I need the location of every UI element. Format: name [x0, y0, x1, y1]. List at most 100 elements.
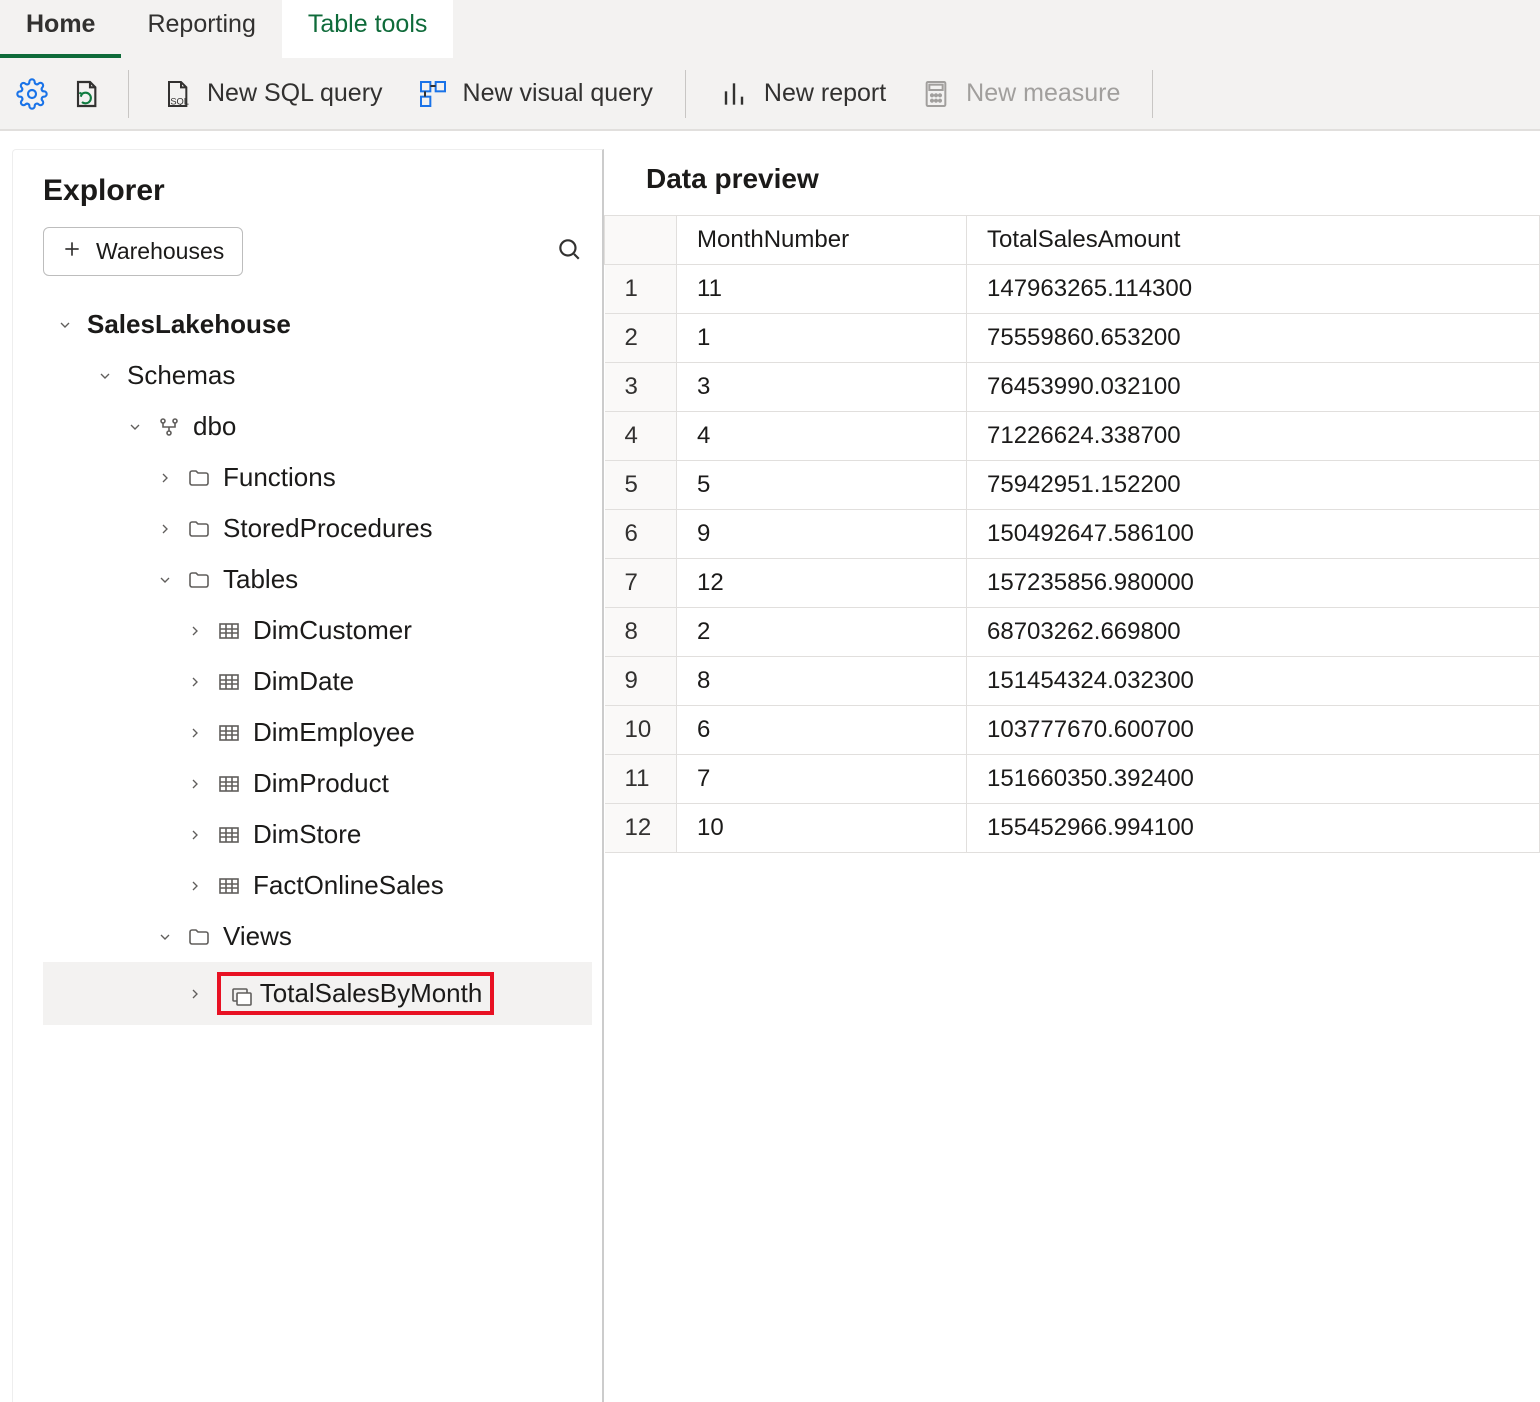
cell-amount[interactable]: 150492647.586100 [967, 510, 1540, 559]
toolbar-separator [685, 70, 686, 118]
cell-month[interactable]: 11 [677, 265, 967, 314]
explorer-search-button[interactable] [546, 226, 592, 277]
tree-storedprocedures[interactable]: StoredProcedures [43, 503, 592, 554]
table-row[interactable]: 106103777670.600700 [605, 706, 1540, 755]
table-row[interactable]: 111147963265.114300 [605, 265, 1540, 314]
row-number-cell[interactable]: 12 [605, 804, 677, 853]
tree-table[interactable]: DimCustomer [43, 605, 592, 656]
cell-month[interactable]: 5 [677, 461, 967, 510]
chevron-right-icon [185, 878, 205, 894]
ribbon-tabs: Home Reporting Table tools [0, 0, 1540, 58]
cell-amount[interactable]: 75942951.152200 [967, 461, 1540, 510]
cell-month[interactable]: 12 [677, 559, 967, 608]
tree-table-label: FactOnlineSales [253, 870, 444, 901]
column-header-month[interactable]: MonthNumber [677, 216, 967, 265]
table-row[interactable]: 98151454324.032300 [605, 657, 1540, 706]
cell-month[interactable]: 3 [677, 363, 967, 412]
cell-amount[interactable]: 76453990.032100 [967, 363, 1540, 412]
row-number-cell[interactable]: 1 [605, 265, 677, 314]
sql-file-icon: SQL [161, 78, 193, 110]
table-row[interactable]: 2175559860.653200 [605, 314, 1540, 363]
tree-schemas[interactable]: Schemas [43, 350, 592, 401]
cell-amount[interactable]: 71226624.338700 [967, 412, 1540, 461]
chevron-down-icon [55, 317, 75, 333]
row-number-cell[interactable]: 4 [605, 412, 677, 461]
row-number-header[interactable] [605, 216, 677, 265]
warehouses-button[interactable]: Warehouses [43, 227, 243, 276]
toolbar-separator [128, 70, 129, 118]
warehouses-label: Warehouses [96, 238, 224, 265]
row-number-cell[interactable]: 2 [605, 314, 677, 363]
row-number-cell[interactable]: 5 [605, 461, 677, 510]
tab-home[interactable]: Home [0, 0, 121, 58]
tree-lakehouse[interactable]: SalesLakehouse [43, 299, 592, 350]
row-number-cell[interactable]: 9 [605, 657, 677, 706]
row-number-cell[interactable]: 3 [605, 363, 677, 412]
toolbar-separator [1152, 70, 1153, 118]
new-visual-query-button[interactable]: New visual query [405, 72, 665, 116]
tree-table[interactable]: DimEmployee [43, 707, 592, 758]
cell-amount[interactable]: 75559860.653200 [967, 314, 1540, 363]
cell-amount[interactable]: 103777670.600700 [967, 706, 1540, 755]
table-row[interactable]: 5575942951.152200 [605, 461, 1540, 510]
tree-tables[interactable]: Tables [43, 554, 592, 605]
column-header-amount[interactable]: TotalSalesAmount [967, 216, 1540, 265]
view-icon [229, 983, 253, 1007]
tree-table[interactable]: DimDate [43, 656, 592, 707]
table-row[interactable]: 3376453990.032100 [605, 363, 1540, 412]
tree-table[interactable]: FactOnlineSales [43, 860, 592, 911]
cell-amount[interactable]: 151454324.032300 [967, 657, 1540, 706]
tree-functions[interactable]: Functions [43, 452, 592, 503]
calculator-icon [920, 78, 952, 110]
table-icon [217, 874, 241, 898]
tree-table[interactable]: DimStore [43, 809, 592, 860]
table-row[interactable]: 1210155452966.994100 [605, 804, 1540, 853]
row-number-cell[interactable]: 8 [605, 608, 677, 657]
refresh-button[interactable] [64, 72, 108, 116]
table-icon [217, 823, 241, 847]
table-row[interactable]: 4471226624.338700 [605, 412, 1540, 461]
cell-amount[interactable]: 147963265.114300 [967, 265, 1540, 314]
tree-view-selected[interactable]: TotalSalesByMonth [43, 962, 592, 1025]
cell-amount[interactable]: 151660350.392400 [967, 755, 1540, 804]
chevron-right-icon [155, 521, 175, 537]
tree-functions-label: Functions [223, 462, 336, 493]
row-number-cell[interactable]: 7 [605, 559, 677, 608]
folder-icon [187, 517, 211, 541]
row-number-cell[interactable]: 10 [605, 706, 677, 755]
cell-month[interactable]: 8 [677, 657, 967, 706]
bar-chart-icon [718, 78, 750, 110]
cell-amount[interactable]: 157235856.980000 [967, 559, 1540, 608]
cell-month[interactable]: 1 [677, 314, 967, 363]
folder-icon [187, 925, 211, 949]
tree-table[interactable]: DimProduct [43, 758, 592, 809]
tab-table-tools[interactable]: Table tools [282, 0, 454, 58]
cell-month[interactable]: 10 [677, 804, 967, 853]
row-number-cell[interactable]: 11 [605, 755, 677, 804]
table-row[interactable]: 69150492647.586100 [605, 510, 1540, 559]
table-row[interactable]: 117151660350.392400 [605, 755, 1540, 804]
visual-query-icon [417, 78, 449, 110]
settings-button[interactable] [10, 72, 54, 116]
new-sql-query-button[interactable]: SQL New SQL query [149, 72, 395, 116]
cell-month[interactable]: 7 [677, 755, 967, 804]
new-visual-query-label: New visual query [463, 79, 653, 108]
table-row[interactable]: 8268703262.669800 [605, 608, 1540, 657]
tree-dbo[interactable]: dbo [43, 401, 592, 452]
cell-month[interactable]: 4 [677, 412, 967, 461]
tree-table-label: DimEmployee [253, 717, 415, 748]
cell-amount[interactable]: 68703262.669800 [967, 608, 1540, 657]
plus-icon [62, 238, 82, 265]
cell-month[interactable]: 6 [677, 706, 967, 755]
tab-reporting[interactable]: Reporting [121, 0, 281, 58]
table-row[interactable]: 712157235856.980000 [605, 559, 1540, 608]
tree-views[interactable]: Views [43, 911, 592, 962]
explorer-tree: SalesLakehouse Schemas dbo F [43, 299, 592, 1025]
cell-month[interactable]: 9 [677, 510, 967, 559]
cell-month[interactable]: 2 [677, 608, 967, 657]
new-report-button[interactable]: New report [706, 72, 898, 116]
cell-amount[interactable]: 155452966.994100 [967, 804, 1540, 853]
row-number-cell[interactable]: 6 [605, 510, 677, 559]
explorer-title: Explorer [43, 174, 592, 208]
tree-lakehouse-label: SalesLakehouse [87, 309, 291, 340]
